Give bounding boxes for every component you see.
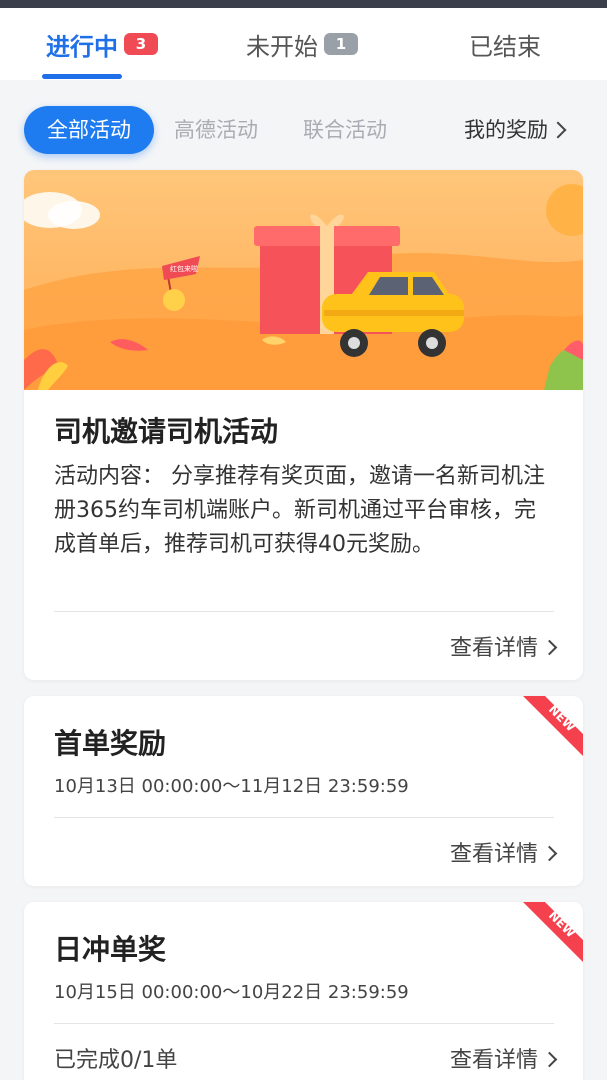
my-reward-label: 我的奖励	[464, 118, 548, 142]
chevron-right-icon	[541, 1051, 558, 1068]
completion-progress: 已完成0/1单	[54, 1048, 178, 1073]
new-ribbon-badge: NEW	[523, 696, 583, 756]
active-tab-indicator	[42, 74, 122, 79]
date-range: 10月15日 00:00:00～10月22日 23:59:59	[54, 982, 409, 1003]
divider	[54, 1023, 554, 1024]
filter-chip-all[interactable]: 全部活动	[24, 106, 154, 154]
count-badge: 1	[324, 33, 358, 55]
view-details-label: 查看详情	[449, 636, 538, 661]
view-details-label: 查看详情	[449, 842, 538, 867]
card-description: 活动内容： 分享推荐有奖页面，邀请一名新司机注册365约车司机端账户。新司机通过…	[54, 464, 545, 557]
view-details-link[interactable]: 查看详情	[449, 630, 558, 662]
view-details-link[interactable]: 查看详情	[449, 836, 558, 868]
date-range: 10月13日 00:00:00～11月12日 23:59:59	[54, 776, 409, 797]
status-tab-bar: 进行中 3 未开始 1 已结束	[0, 8, 607, 80]
activity-card-first-order[interactable]: 首单奖励 10月13日 00:00:00～11月12日 23:59:59 NEW…	[24, 696, 583, 886]
tab-label: 进行中	[46, 32, 118, 61]
activity-filter-bar: 全部活动 高德活动 联合活动 我的奖励	[0, 104, 607, 156]
count-badge: 3	[124, 33, 158, 55]
tab-not-started[interactable]: 未开始 1	[232, 8, 372, 80]
tab-label: 已结束	[469, 32, 541, 61]
card-title: 首单奖励	[54, 727, 167, 760]
activity-card-driver-invite[interactable]: 红包来啦 司机邀请司机活动 活动内容： 分享推荐有奖页面，邀请一名新司机注册36…	[24, 170, 583, 680]
view-details-label: 查看详情	[449, 1048, 538, 1073]
gift-car-banner: 红包来啦	[24, 170, 583, 390]
chevron-right-icon	[541, 639, 558, 656]
filter-chip-joint[interactable]: 联合活动	[303, 106, 387, 154]
filter-chip-amap[interactable]: 高德活动	[174, 106, 258, 154]
chevron-right-icon	[541, 845, 558, 862]
card-title: 司机邀请司机活动	[54, 415, 279, 448]
chevron-right-icon	[549, 121, 567, 139]
banner-flag-text: 红包来啦	[170, 264, 198, 273]
tab-label: 未开始	[246, 32, 318, 61]
my-reward-link[interactable]: 我的奖励	[464, 106, 567, 154]
top-status-strip	[0, 0, 607, 8]
view-details-link[interactable]: 查看详情	[449, 1042, 558, 1074]
activity-card-daily-sprint[interactable]: 日冲单奖 10月15日 00:00:00～10月22日 23:59:59 NEW…	[24, 902, 583, 1080]
tab-in-progress[interactable]: 进行中 3	[32, 8, 172, 80]
new-ribbon-badge: NEW	[523, 902, 583, 962]
card-title: 日冲单奖	[54, 933, 167, 966]
tab-ended[interactable]: 已结束	[440, 8, 570, 80]
divider	[54, 611, 554, 612]
divider	[54, 817, 554, 818]
